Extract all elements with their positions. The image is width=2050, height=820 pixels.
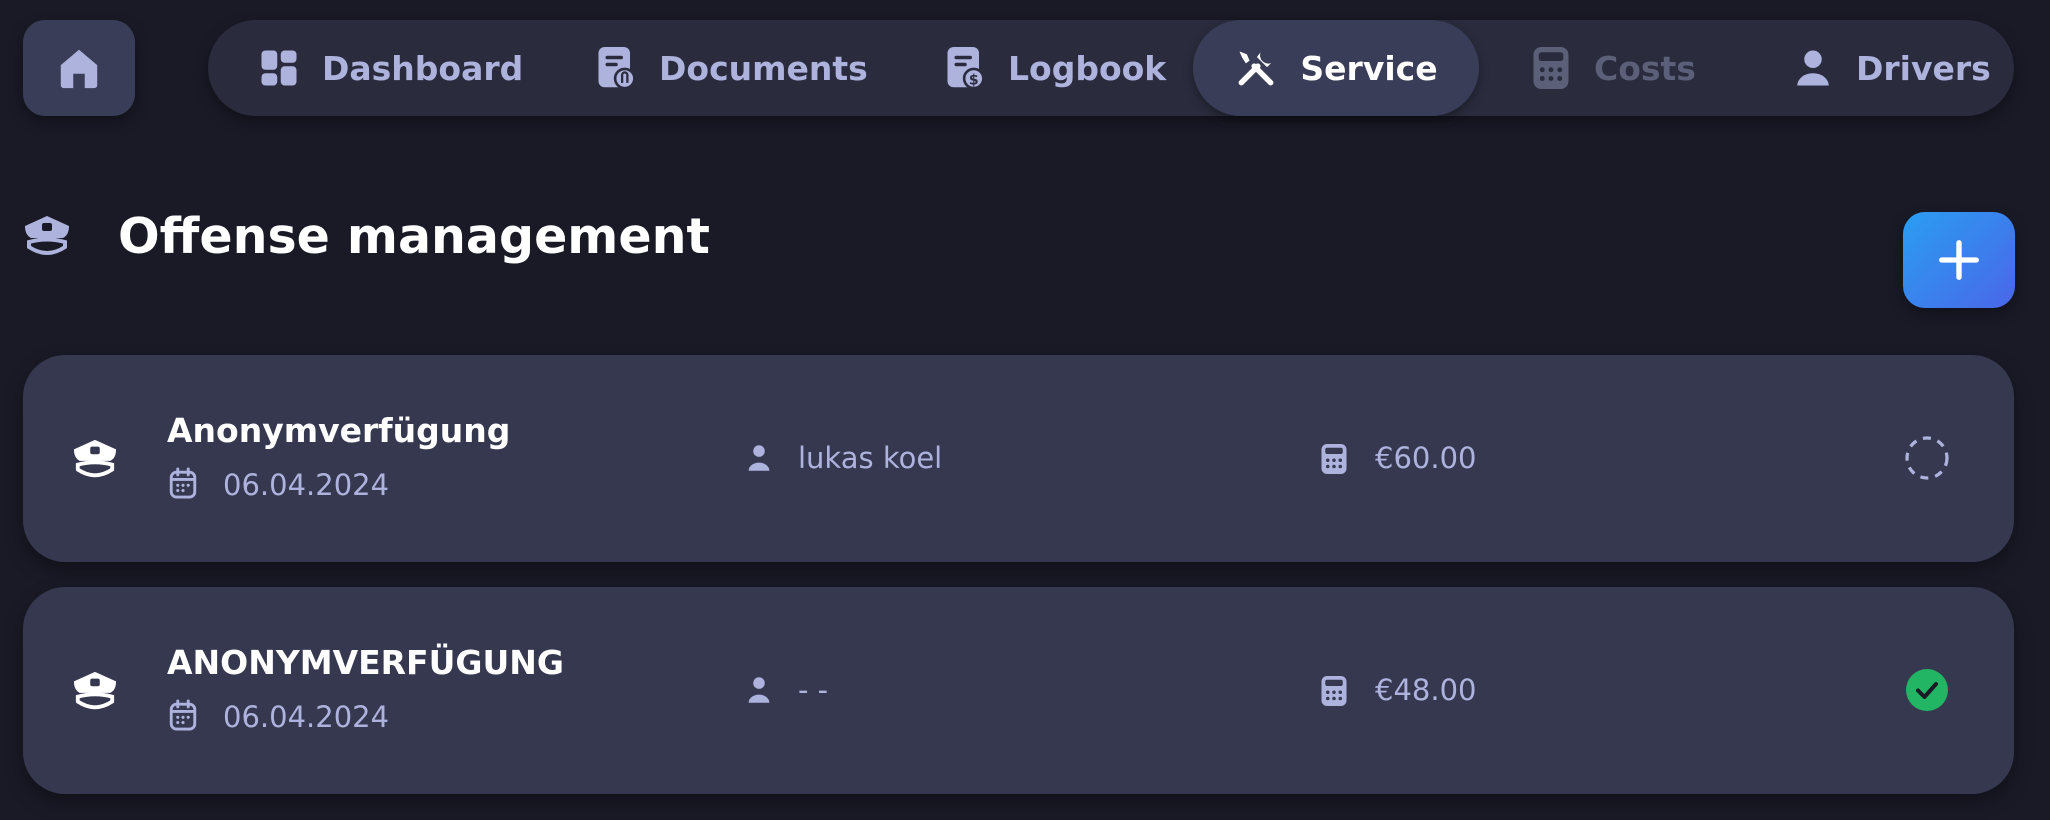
page-title: Offense management [118, 208, 710, 265]
nav-logbook-label: Logbook [1008, 48, 1167, 88]
offense-card[interactable]: ANONYMVERFÜGUNG 06.04.2024 - - €48.00 [23, 587, 2014, 794]
offense-title: ANONYMVERFÜGUNG [167, 643, 564, 682]
nav-service[interactable]: Service [1193, 20, 1479, 116]
calendar-icon [167, 467, 199, 505]
status-paid-check-icon[interactable] [1903, 666, 1951, 718]
nav-documents-label: Documents [659, 48, 868, 88]
nav-documents[interactable]: Documents [595, 20, 868, 116]
calendar-icon [167, 699, 199, 737]
offense-driver: lukas koel [798, 441, 943, 475]
police-cap-icon [71, 437, 119, 485]
tools-icon [1238, 51, 1274, 86]
nav-service-label: Service [1300, 48, 1438, 88]
top-navigation: Dashboard Documents $ Logbook Service Co… [208, 20, 2014, 116]
person-icon [745, 443, 773, 477]
police-cap-icon [22, 213, 72, 263]
calculator-icon [1319, 442, 1349, 480]
person-icon [1797, 50, 1829, 86]
nav-logbook[interactable]: $ Logbook [944, 20, 1166, 116]
offense-title: Anonymverfügung [167, 411, 511, 450]
offense-date: 06.04.2024 [223, 468, 390, 502]
logbook-icon: $ [947, 47, 985, 90]
offense-driver: - - [798, 673, 829, 707]
nav-dashboard[interactable]: Dashboard [258, 20, 523, 116]
document-attachment-icon [598, 47, 636, 90]
home-button[interactable] [23, 20, 135, 116]
status-pending-icon[interactable] [1903, 434, 1951, 486]
offense-cost: €60.00 [1375, 441, 1477, 475]
offense-date: 06.04.2024 [223, 700, 390, 734]
calculator-icon [1319, 674, 1349, 712]
plus-icon [1939, 240, 1979, 280]
home-icon [60, 49, 98, 89]
person-icon [745, 675, 773, 709]
nav-drivers-label: Drivers [1856, 48, 1991, 88]
nav-drivers[interactable]: Drivers [1792, 20, 1991, 116]
calculator-icon [1533, 47, 1569, 89]
add-offense-button[interactable] [1903, 212, 2015, 308]
police-cap-icon [71, 669, 119, 717]
nav-dashboard-label: Dashboard [322, 48, 524, 88]
offense-cost: €48.00 [1375, 673, 1477, 707]
offense-card[interactable]: Anonymverfügung 06.04.2024 lukas koel €6… [23, 355, 2014, 562]
dashboard-icon [261, 50, 297, 86]
nav-costs-label: Costs [1594, 48, 1696, 88]
svg-text:$: $ [969, 73, 979, 89]
nav-costs[interactable]: Costs [1530, 20, 1696, 116]
